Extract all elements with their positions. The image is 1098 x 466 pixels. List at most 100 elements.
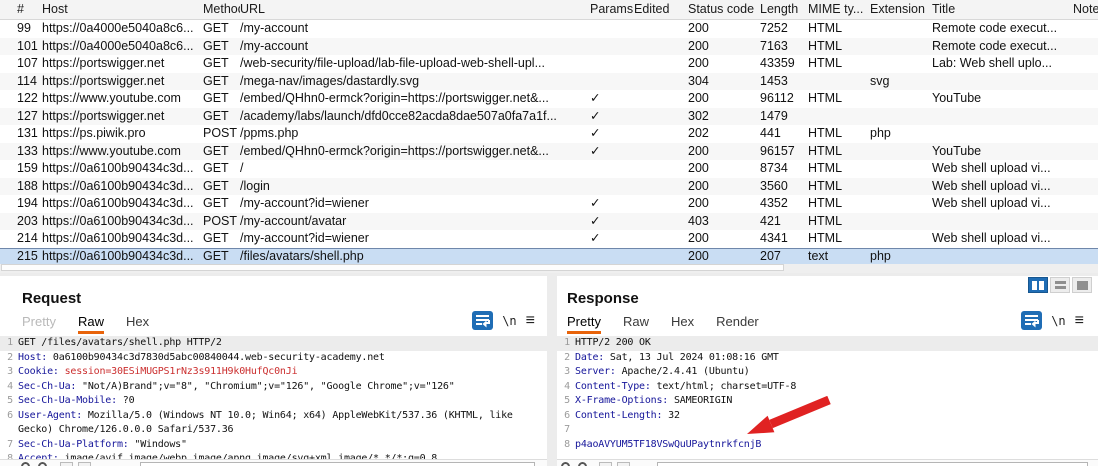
column-header-status[interactable]: Status code <box>688 0 760 19</box>
cell-edited <box>634 143 688 161</box>
column-header-url[interactable]: URL <box>240 0 588 19</box>
table-row-122[interactable]: 122 https://www.youtube.com GET/embed/QHhn… <box>0 90 1098 108</box>
response-search-bar[interactable] <box>557 459 1098 466</box>
search-input[interactable] <box>657 462 1088 466</box>
cell-ext: svg <box>870 73 890 88</box>
request-tab-hex[interactable]: Hex <box>126 314 149 334</box>
column-header-host[interactable]: Host <box>42 0 203 19</box>
response-tab-render[interactable]: Render <box>716 314 759 334</box>
cell-status: 200 <box>688 248 709 263</box>
cell-params: ✓ <box>590 231 601 245</box>
response-title: Response <box>567 290 639 307</box>
layout-single-button[interactable] <box>1072 277 1092 293</box>
column-header-method[interactable]: Method <box>203 0 240 19</box>
table-row-194[interactable]: 194 https://0a6100b90434c3d... GET/my-acco… <box>0 195 1098 213</box>
cell-ext <box>870 160 932 178</box>
table-row-101[interactable]: 101 https://0a4000e5040a8c6... GET/my-acco… <box>0 37 1098 56</box>
scrollbar-thumb[interactable] <box>1 264 784 271</box>
search-icon[interactable] <box>561 462 570 466</box>
cell-mime <box>808 108 870 126</box>
table-row-131[interactable]: 131 https://ps.piwik.pro POST/ppms.php ✓ 202… <box>0 125 1098 143</box>
cell-edited <box>634 125 688 143</box>
newline-toggle-icon[interactable]: \n <box>502 314 516 328</box>
table-row-215[interactable]: 215 https://0a6100b90434c3d... GET/files/a… <box>0 247 1098 264</box>
table-row-188[interactable]: 188 https://0a6100b90434c3d... GET/login 20… <box>0 177 1098 196</box>
cell-edited <box>634 90 688 108</box>
column-header-title[interactable]: Title <box>932 0 1073 19</box>
word-wrap-toggle-icon[interactable] <box>472 311 494 330</box>
cell-url: /my-account/avatar <box>240 213 347 228</box>
columns-icon <box>1032 280 1037 290</box>
cell-length: 441 <box>760 126 781 140</box>
search-icon[interactable] <box>21 462 30 466</box>
column-header-num[interactable]: # <box>0 0 42 19</box>
cell-ext <box>870 178 932 196</box>
search-next-button[interactable] <box>617 462 630 466</box>
cell-method: GET <box>203 178 229 193</box>
table-row-214[interactable]: 214 https://0a6100b90434c3d... GET/my-acco… <box>0 230 1098 248</box>
cell-host: https://0a6100b90434c3d... <box>42 213 194 228</box>
table-row-159[interactable]: 159 https://0a6100b90434c3d... GET / 200 8734… <box>0 160 1098 178</box>
response-tab-pretty[interactable]: Pretty <box>567 314 601 334</box>
table-row-107[interactable]: 107 https://portswigger.net GET/web-securi… <box>0 55 1098 73</box>
cell-host: https://0a6100b90434c3d... <box>42 248 194 263</box>
cell-ext <box>870 230 932 248</box>
view-layout-buttons <box>1028 277 1092 293</box>
search-settings-icon[interactable] <box>38 462 47 466</box>
cell-method: GET <box>203 196 229 210</box>
cell-title: Web shell upload vi... <box>932 231 1051 245</box>
cell-params: ✓ <box>590 143 601 158</box>
column-header-note[interactable]: Note <box>1073 0 1098 19</box>
response-tab-raw[interactable]: Raw <box>623 314 649 334</box>
word-wrap-toggle-icon[interactable] <box>1021 311 1043 330</box>
search-prev-button[interactable] <box>599 462 612 466</box>
request-tab-pretty[interactable]: Pretty <box>22 314 56 334</box>
table-row-127[interactable]: 127 https://portswigger.net GET/academy/la… <box>0 107 1098 126</box>
cell-params: ✓ <box>590 196 601 210</box>
table-row-133[interactable]: 133 https://www.youtube.com GET/embed/QHhn… <box>0 142 1098 161</box>
column-header-params[interactable]: Params <box>588 0 634 19</box>
column-header-edited[interactable]: Edited <box>634 0 688 19</box>
cell-title <box>932 108 1073 126</box>
table-row-114[interactable]: 114 https://portswigger.net GET/mega-nav/i… <box>0 72 1098 91</box>
search-settings-icon[interactable] <box>578 462 587 466</box>
layout-columns-button[interactable] <box>1028 277 1048 293</box>
cell-method: GET <box>203 231 229 245</box>
search-prev-button[interactable] <box>60 462 73 466</box>
table-row-203[interactable]: 203 https://0a6100b90434c3d... POST/my-acc… <box>0 212 1098 230</box>
request-raw[interactable]: 1 GET /files/avatars/shell.php HTTP/2 2 Hos… <box>0 336 547 466</box>
cell-host: https://0a4000e5040a8c6... <box>42 38 194 53</box>
cell-method: GET <box>203 38 229 53</box>
cell-url: /login <box>240 178 270 193</box>
cell-url: /ppms.php <box>240 126 299 140</box>
code-line: 7 Sec-Ch-Ua-Platform: "Windows" <box>7 438 187 450</box>
response-tab-hex[interactable]: Hex <box>671 314 694 334</box>
editor-menu-icon[interactable]: ≡ <box>526 312 535 328</box>
request-search-bar[interactable] <box>0 459 547 466</box>
layout-rows-button[interactable] <box>1050 277 1070 293</box>
cell-host: https://www.youtube.com <box>42 143 181 158</box>
cell-host: https://www.youtube.com <box>42 91 181 105</box>
editor-menu-icon[interactable]: ≡ <box>1075 312 1084 328</box>
cell-edited <box>634 195 688 213</box>
message-editor-section: Request Pretty Raw Hex \n ≡ 1 GET /files/av… <box>0 273 1098 466</box>
search-next-button[interactable] <box>78 462 91 466</box>
cell-num: 107 <box>17 56 38 70</box>
request-tab-raw[interactable]: Raw <box>77 314 104 334</box>
cell-edited <box>634 108 688 126</box>
cell-title <box>932 73 1073 91</box>
cell-num: 133 <box>17 143 38 158</box>
newline-toggle-icon[interactable]: \n <box>1051 314 1065 328</box>
table-horizontal-scrollbar[interactable] <box>0 264 1098 273</box>
code-line: 4 Content-Type: text/html; charset=UTF-8 <box>564 380 797 392</box>
code-line: 1 HTTP/2 200 OK <box>557 336 1098 351</box>
column-header-mime[interactable]: MIME ty... <box>808 0 870 19</box>
column-header-length[interactable]: Length <box>760 0 808 19</box>
cell-url: /web-security/file-upload/lab-file-uploa… <box>240 56 546 70</box>
cell-url: /my-account <box>240 21 309 35</box>
column-header-ext[interactable]: Extension <box>870 0 932 19</box>
cell-params <box>588 38 634 56</box>
cell-status: 302 <box>688 108 709 123</box>
search-input[interactable] <box>140 462 535 466</box>
table-row-99[interactable]: 99 https://0a4000e5040a8c6... GET/my-accou… <box>0 20 1098 38</box>
